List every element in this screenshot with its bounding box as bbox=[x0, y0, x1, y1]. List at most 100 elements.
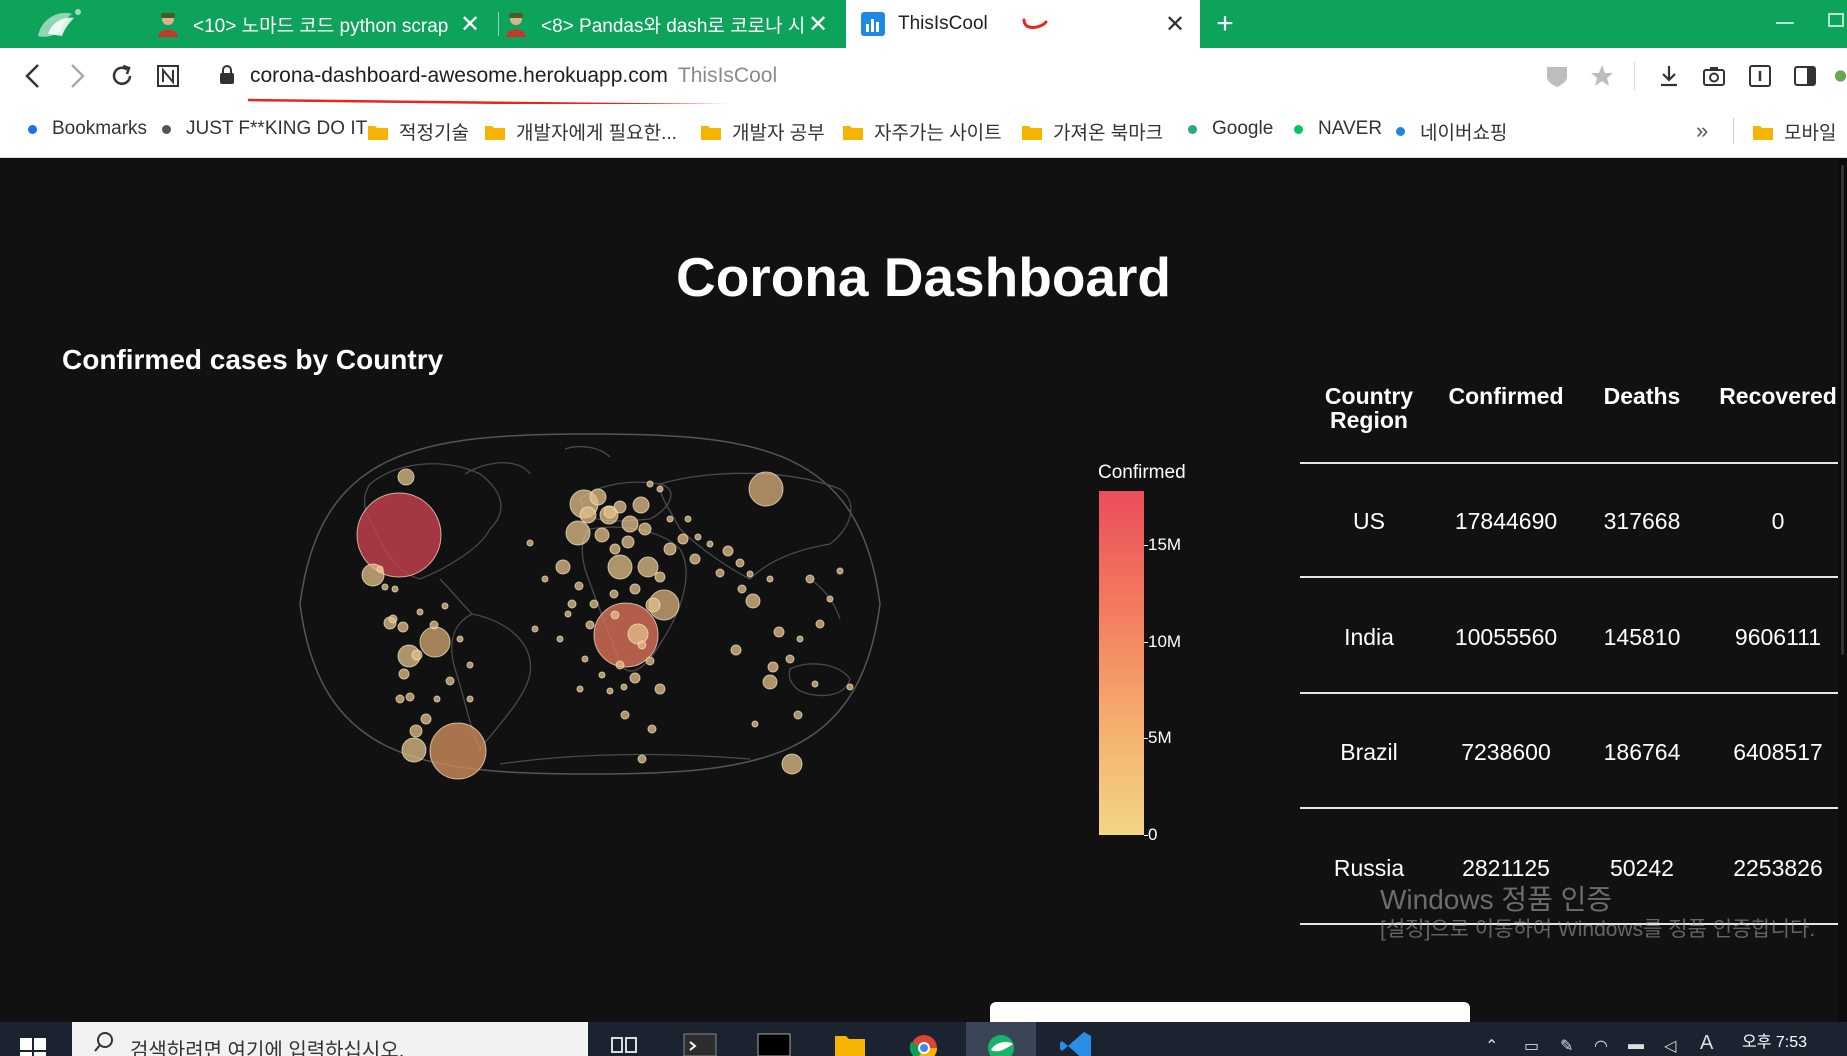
country-bubble[interactable] bbox=[638, 522, 652, 536]
country-bubble[interactable] bbox=[694, 533, 702, 541]
close-icon[interactable]: ✕ bbox=[1162, 11, 1188, 38]
country-bubble[interactable] bbox=[663, 542, 677, 556]
bookmark-folder[interactable]: 개발자 공부 bbox=[700, 118, 825, 145]
country-bubble[interactable] bbox=[796, 635, 804, 643]
country-bubble[interactable] bbox=[567, 599, 577, 609]
world-bubble-map[interactable] bbox=[190, 429, 990, 849]
country-bubble[interactable] bbox=[666, 515, 674, 523]
battery-icon[interactable]: ▬ bbox=[1628, 1036, 1644, 1054]
country-bubble[interactable] bbox=[388, 614, 398, 624]
country-bubble[interactable] bbox=[576, 685, 584, 693]
file-explorer-icon[interactable] bbox=[832, 1028, 868, 1056]
country-bubble[interactable] bbox=[646, 480, 654, 488]
whale-browser-icon[interactable] bbox=[983, 1028, 1019, 1056]
minimize-icon[interactable] bbox=[1776, 22, 1794, 24]
bookmark-item[interactable]: Bookmarks bbox=[28, 118, 147, 140]
bookmark-folder-mobile[interactable]: 모바일 bbox=[1752, 118, 1836, 145]
vscode-icon[interactable] bbox=[1058, 1028, 1094, 1056]
country-bubble[interactable] bbox=[730, 644, 742, 656]
country-bubble[interactable] bbox=[397, 621, 409, 633]
country-bubble[interactable] bbox=[429, 620, 439, 630]
scrollbar-thumb[interactable] bbox=[1841, 165, 1844, 655]
country-bubble[interactable] bbox=[615, 660, 625, 670]
country-bubble[interactable] bbox=[589, 488, 607, 506]
country-bubble[interactable] bbox=[785, 654, 795, 664]
country-bubble[interactable] bbox=[419, 626, 451, 658]
bookmark-folder[interactable]: 적정기술 bbox=[367, 118, 469, 145]
country-bubble[interactable] bbox=[416, 608, 424, 616]
country-bubble[interactable] bbox=[793, 710, 803, 720]
wifi-icon[interactable]: ◠ bbox=[1594, 1036, 1608, 1056]
country-bubble[interactable] bbox=[429, 722, 487, 780]
country-bubble[interactable] bbox=[654, 571, 666, 583]
country-bubble[interactable] bbox=[574, 581, 584, 591]
bookmark-item[interactable]: Google bbox=[1188, 118, 1273, 140]
task-view-icon[interactable] bbox=[606, 1028, 642, 1056]
bookmark-folder[interactable]: 개발자에게 필요한... bbox=[484, 118, 677, 145]
country-bubble[interactable] bbox=[579, 506, 597, 524]
country-bubble[interactable] bbox=[846, 683, 854, 691]
close-icon[interactable]: ✕ bbox=[805, 11, 831, 38]
country-bubble[interactable] bbox=[684, 515, 692, 523]
windows-start-icon[interactable] bbox=[20, 1038, 48, 1056]
country-bubble[interactable] bbox=[805, 574, 815, 584]
country-bubble[interactable] bbox=[433, 695, 441, 703]
bookmark-item[interactable]: 네이버쇼핑 bbox=[1396, 118, 1507, 145]
country-bubble[interactable] bbox=[555, 559, 571, 575]
country-bubble[interactable] bbox=[645, 597, 661, 613]
command-prompt-icon[interactable] bbox=[756, 1028, 792, 1056]
bookmarks-overflow-button[interactable]: » bbox=[1696, 118, 1708, 144]
country-bubble[interactable] bbox=[466, 695, 474, 703]
reload-button[interactable] bbox=[107, 61, 137, 91]
country-bubble[interactable] bbox=[391, 585, 399, 593]
country-bubble[interactable] bbox=[441, 602, 449, 610]
country-bubble[interactable] bbox=[762, 674, 778, 690]
country-bubble[interactable] bbox=[836, 567, 844, 575]
country-bubble[interactable] bbox=[826, 595, 834, 603]
country-bubble[interactable] bbox=[581, 655, 589, 663]
volume-icon[interactable]: ◁ bbox=[1664, 1036, 1676, 1056]
country-bubble[interactable] bbox=[526, 539, 534, 547]
country-bubble[interactable] bbox=[598, 671, 606, 679]
terminal-icon[interactable] bbox=[682, 1028, 718, 1056]
country-bubble[interactable] bbox=[395, 694, 405, 704]
country-bubble[interactable] bbox=[715, 568, 725, 578]
country-bubble[interactable] bbox=[420, 713, 432, 725]
country-bubble[interactable] bbox=[751, 720, 759, 728]
forward-button[interactable] bbox=[62, 61, 92, 91]
country-bubble[interactable] bbox=[613, 500, 627, 514]
tray-meet-icon[interactable]: ▭ bbox=[1524, 1036, 1539, 1056]
country-bubble[interactable] bbox=[647, 724, 657, 734]
country-bubble[interactable] bbox=[746, 570, 754, 578]
country-bubble[interactable] bbox=[773, 626, 785, 638]
country-bubble[interactable] bbox=[541, 575, 549, 583]
download-icon[interactable] bbox=[1654, 61, 1684, 91]
country-bubble[interactable] bbox=[607, 554, 633, 580]
country-bubble[interactable] bbox=[748, 471, 784, 507]
country-bubble[interactable] bbox=[606, 687, 614, 695]
bookmark-item[interactable]: JUST F**KING DO IT bbox=[162, 118, 367, 140]
country-bubble[interactable] bbox=[531, 625, 539, 633]
country-bubble[interactable] bbox=[645, 656, 655, 666]
profile-avatar[interactable] bbox=[1834, 61, 1847, 91]
country-bubble[interactable] bbox=[589, 599, 599, 609]
taskbar-search-input[interactable]: 검색하려면 여기에 입력하십시오. bbox=[72, 1022, 588, 1056]
tray-pen-icon[interactable]: ✎ bbox=[1560, 1036, 1573, 1056]
country-bubble[interactable] bbox=[689, 553, 701, 565]
country-bubble[interactable] bbox=[620, 683, 628, 691]
ime-indicator[interactable]: A bbox=[1700, 1032, 1713, 1055]
country-bubble[interactable] bbox=[781, 753, 803, 775]
country-bubble[interactable] bbox=[722, 545, 734, 557]
country-bubble[interactable] bbox=[654, 683, 666, 695]
country-bubble[interactable] bbox=[637, 640, 647, 650]
close-icon[interactable]: ✕ bbox=[457, 11, 483, 38]
camera-icon[interactable] bbox=[1699, 61, 1729, 91]
country-bubble[interactable] bbox=[637, 556, 659, 578]
tray-chevron-icon[interactable]: ⌃ bbox=[1485, 1036, 1498, 1056]
country-bubble[interactable] bbox=[737, 584, 747, 594]
country-bubble[interactable] bbox=[620, 710, 630, 720]
country-bubble[interactable] bbox=[632, 496, 650, 514]
country-bubble[interactable] bbox=[609, 543, 621, 555]
country-bubble[interactable] bbox=[621, 515, 639, 533]
tab-thisiscool[interactable]: ThisIsCool ✕ bbox=[846, 0, 1200, 48]
